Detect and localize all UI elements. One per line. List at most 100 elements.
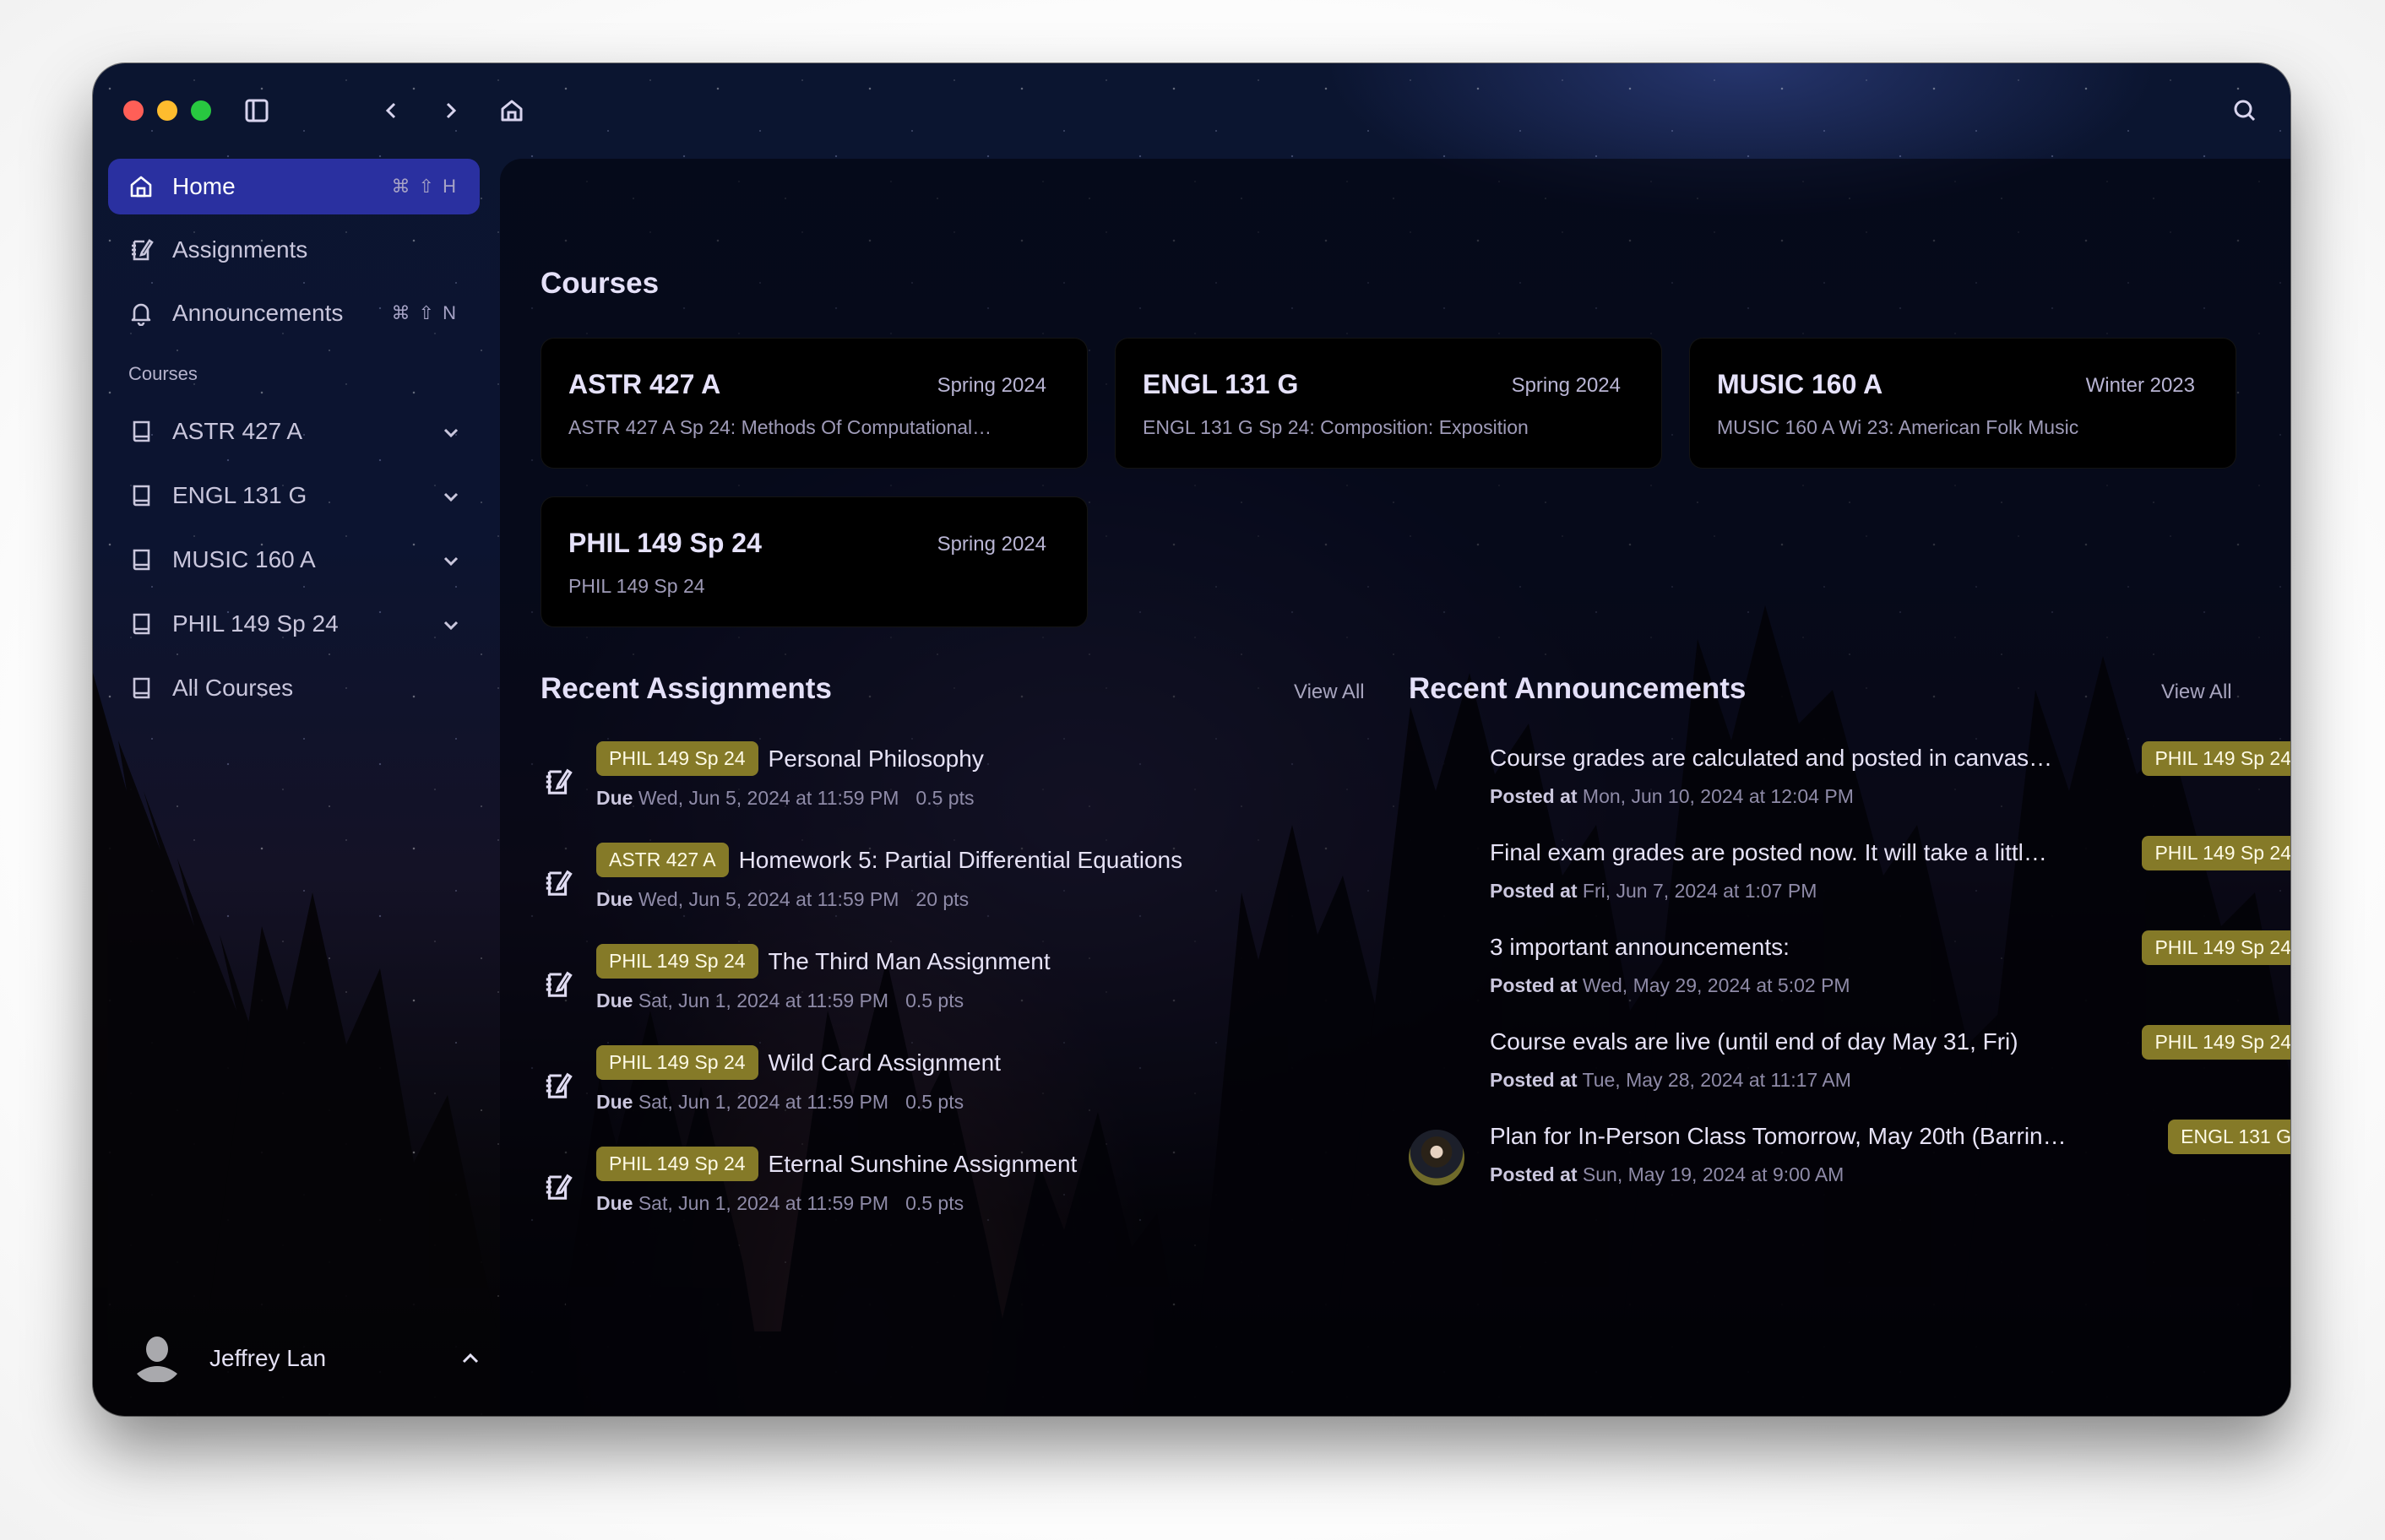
- chevron-up-icon[interactable]: [459, 1348, 481, 1369]
- course-badge[interactable]: PHIL 149 Sp 24: [596, 741, 758, 776]
- announcement-title: Plan for In-Person Class Tomorrow, May 2…: [1490, 1123, 2073, 1149]
- sidebar-item-label: Announcements: [172, 300, 344, 326]
- posted-date: Fri, Jun 7, 2024 at 1:07 PM: [1582, 880, 1817, 902]
- assignment-title[interactable]: Personal Philosophy: [769, 746, 984, 773]
- due-label: Due: [596, 888, 633, 910]
- sidebar-item-all-courses[interactable]: All Courses: [108, 660, 480, 716]
- assignment-notebook-icon: [542, 866, 573, 900]
- sidebar-item-label: MUSIC 160 A: [172, 546, 316, 572]
- announcement-title: Final exam grades are posted now. It wil…: [1490, 839, 2047, 865]
- book-icon: [127, 545, 155, 574]
- sidebar-item-home[interactable]: Home ⌘ ⇧ H: [108, 159, 480, 214]
- points: 0.5 pts: [905, 1091, 964, 1113]
- assignments-view-all-link[interactable]: View All: [1294, 681, 1365, 704]
- announcements-view-all-link[interactable]: View All: [2161, 681, 2232, 704]
- home-icon: [127, 172, 155, 201]
- posted-label: Posted at: [1490, 1163, 1578, 1185]
- back-button[interactable]: [377, 95, 407, 126]
- chevron-down-icon[interactable]: [441, 421, 461, 442]
- announcement-item[interactable]: Plan for In-Person Class Tomorrow, May 2…: [1409, 1120, 2290, 1204]
- book-icon: [127, 481, 155, 510]
- announcements-list: Course grades are calculated and posted …: [1409, 741, 2290, 1248]
- due-date: Sat, Jun 1, 2024 at 11:59 PM: [638, 1091, 889, 1113]
- chevron-down-icon[interactable]: [441, 614, 461, 634]
- course-badge[interactable]: PHIL 149 Sp 24: [596, 1147, 758, 1181]
- course-code: MUSIC 160 A: [1717, 369, 1883, 399]
- course-card[interactable]: ENGL 131 G Spring 2024 ENGL 131 G Sp 24:…: [1115, 338, 1662, 469]
- sidebar-item-course[interactable]: MUSIC 160 A: [108, 532, 480, 588]
- points: 0.5 pts: [905, 1192, 964, 1214]
- posted-label: Posted at: [1490, 974, 1578, 996]
- due-date: Wed, Jun 5, 2024 at 11:59 PM: [638, 888, 899, 910]
- book-icon: [127, 674, 155, 702]
- announcement-item[interactable]: Final exam grades are posted now. It wil…: [1409, 836, 2290, 920]
- bell-icon: [127, 299, 155, 328]
- main-content: Courses ASTR 427 A Spring 2024 ASTR 427 …: [500, 159, 2290, 1416]
- course-card[interactable]: ASTR 427 A Spring 2024 ASTR 427 A Sp 24:…: [541, 338, 1088, 469]
- due-label: Due: [596, 1091, 633, 1113]
- courses-section-label: Courses: [128, 363, 198, 384]
- course-code: ASTR 427 A: [568, 369, 721, 399]
- course-badge[interactable]: PHIL 149 Sp 24: [596, 1045, 758, 1080]
- assignment-notebook-icon: [127, 236, 155, 264]
- forward-button[interactable]: [435, 95, 465, 126]
- titlebar: [93, 63, 2290, 156]
- course-badge[interactable]: PHIL 149 Sp 24: [2142, 1025, 2290, 1060]
- sidebar-item-label: All Courses: [172, 675, 294, 701]
- assignment-item[interactable]: ASTR 427 A Homework 5: Partial Differenti…: [542, 843, 1387, 927]
- assignment-title[interactable]: Homework 5: Partial Differential Equatio…: [739, 847, 1183, 874]
- due-date: Wed, Jun 5, 2024 at 11:59 PM: [638, 787, 899, 809]
- announcement-title: Course evals are live (until end of day …: [1490, 1028, 2018, 1055]
- course-badge[interactable]: PHIL 149 Sp 24: [596, 944, 758, 979]
- course-badge[interactable]: PHIL 149 Sp 24: [2142, 836, 2290, 870]
- assignment-item[interactable]: PHIL 149 Sp 24 The Third Man Assignment D…: [542, 944, 1387, 1028]
- close-window-button[interactable]: [123, 100, 144, 121]
- posted-date: Wed, May 29, 2024 at 5:02 PM: [1582, 974, 1850, 996]
- course-badge[interactable]: PHIL 149 Sp 24: [2142, 741, 2290, 776]
- chevron-down-icon[interactable]: [441, 485, 461, 506]
- course-card[interactable]: MUSIC 160 A Winter 2023 MUSIC 160 A Wi 2…: [1689, 338, 2236, 469]
- course-badge[interactable]: PHIL 149 Sp 24: [2142, 930, 2290, 965]
- chevron-down-icon[interactable]: [441, 550, 461, 570]
- sidebar-item-course[interactable]: ENGL 131 G: [108, 468, 480, 523]
- sidebar-item-label: Assignments: [172, 236, 308, 263]
- sidebar-item-course[interactable]: ASTR 427 A: [108, 404, 480, 459]
- course-badge[interactable]: ENGL 131 G: [2168, 1120, 2290, 1154]
- announcement-item[interactable]: Course evals are live (until end of day …: [1409, 1025, 2290, 1109]
- assignment-title[interactable]: Eternal Sunshine Assignment: [769, 1151, 1078, 1178]
- minimize-window-button[interactable]: [157, 100, 177, 121]
- announcement-item[interactable]: 3 important announcements: Posted at Wed…: [1409, 930, 2290, 1015]
- posted-label: Posted at: [1490, 880, 1578, 902]
- course-badge[interactable]: ASTR 427 A: [596, 843, 729, 877]
- course-card[interactable]: PHIL 149 Sp 24 Spring 2024 PHIL 149 Sp 2…: [541, 496, 1088, 627]
- announcement-title: 3 important announcements:: [1490, 934, 1790, 960]
- assignment-title[interactable]: Wild Card Assignment: [769, 1049, 1001, 1076]
- chevron-right-icon: [446, 102, 457, 119]
- course-term: Spring 2024: [1511, 374, 1621, 397]
- chevron-left-icon: [385, 102, 396, 119]
- home-toolbar-button[interactable]: [497, 95, 527, 126]
- assignment-item[interactable]: PHIL 149 Sp 24 Wild Card Assignment Due S…: [542, 1045, 1387, 1130]
- assignment-notebook-icon: [542, 1069, 573, 1103]
- user-menu[interactable]: Jeffrey Lan: [127, 1325, 481, 1392]
- assignment-notebook-icon: [542, 1170, 573, 1204]
- assignment-notebook-icon: [542, 765, 573, 799]
- sidebar: Home ⌘ ⇧ H Assignments Announcements ⌘ ⇧…: [93, 156, 500, 1416]
- course-term: Spring 2024: [937, 374, 1046, 397]
- zoom-window-button[interactable]: [191, 100, 211, 121]
- recent-assignments-heading: Recent Assignments: [541, 672, 832, 705]
- due-date: Sat, Jun 1, 2024 at 11:59 PM: [638, 1192, 889, 1214]
- user-name: Jeffrey Lan: [209, 1345, 327, 1371]
- posted-label: Posted at: [1490, 785, 1578, 807]
- keyboard-shortcut: ⌘ ⇧ H: [391, 176, 458, 197]
- sidebar-item-assignments[interactable]: Assignments: [108, 222, 480, 278]
- announcement-item[interactable]: Course grades are calculated and posted …: [1409, 741, 2290, 826]
- assignment-item[interactable]: PHIL 149 Sp 24 Personal Philosophy Due We…: [542, 741, 1387, 826]
- search-button[interactable]: [2230, 95, 2260, 126]
- sidebar-item-course[interactable]: PHIL 149 Sp 24: [108, 596, 480, 652]
- course-description: PHIL 149 Sp 24: [568, 575, 705, 597]
- sidebar-item-announcements[interactable]: Announcements ⌘ ⇧ N: [108, 285, 480, 341]
- assignment-title[interactable]: The Third Man Assignment: [769, 948, 1051, 975]
- sidebar-toggle-icon[interactable]: [242, 95, 272, 126]
- assignment-item[interactable]: PHIL 149 Sp 24 Eternal Sunshine Assignmen…: [542, 1147, 1387, 1231]
